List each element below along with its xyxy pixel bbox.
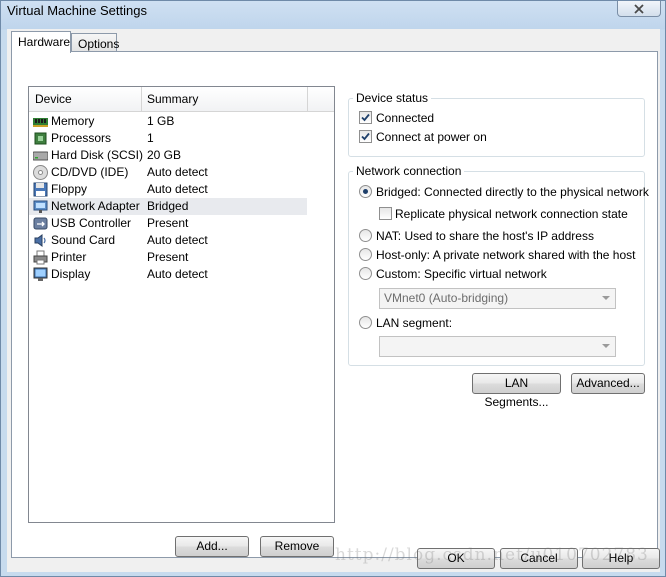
network-connection-title: Network connection <box>353 164 465 178</box>
device-status-title: Device status <box>353 91 432 105</box>
printer-icon <box>33 250 48 265</box>
replicate-state-label[interactable]: Replicate physical network connection st… <box>395 207 628 221</box>
tab-options-label: Options <box>78 37 120 51</box>
host-only-radio[interactable] <box>359 248 372 261</box>
cancel-button[interactable]: Cancel <box>500 548 578 569</box>
checkmark-icon <box>361 113 370 122</box>
tab-hardware[interactable]: Hardware <box>11 31 71 53</box>
close-icon <box>634 3 644 14</box>
sound-card-icon <box>34 234 46 247</box>
bridged-label[interactable]: Bridged: Connected directly to the physi… <box>376 185 649 199</box>
device-name: USB Controller <box>51 216 132 230</box>
device-name: Floppy <box>51 182 88 196</box>
usb-controller-icon <box>33 217 48 230</box>
custom-radio[interactable] <box>359 267 372 280</box>
device-name: Sound Card <box>51 233 116 247</box>
device-list-header: Device Summary <box>29 87 334 112</box>
device-summary: Auto detect <box>147 233 208 247</box>
device-summary: Auto detect <box>147 267 208 281</box>
hardware-tab-panel: Device Summary Memory 1 GB Processors 1 <box>11 51 658 558</box>
tab-hardware-label: Hardware <box>18 35 71 49</box>
bridged-radio[interactable] <box>359 185 372 198</box>
network-adapter-icon <box>33 200 48 213</box>
device-name: Display <box>51 267 91 281</box>
memory-icon <box>33 118 48 127</box>
dialog-client-area: Hardware Options Device Summary Memory 1… <box>7 29 660 572</box>
device-name: Printer <box>51 250 87 264</box>
device-name: Processors <box>51 131 112 145</box>
chevron-down-icon <box>602 296 610 300</box>
remove-button[interactable]: Remove <box>260 536 334 557</box>
close-button[interactable] <box>617 1 661 17</box>
device-summary: Present <box>147 216 189 230</box>
column-header-summary[interactable]: Summary <box>141 87 307 111</box>
connected-checkbox[interactable] <box>359 111 372 124</box>
custom-network-select[interactable]: VMnet0 (Auto-bridging) <box>379 288 616 309</box>
connect-at-power-on-checkbox[interactable] <box>359 130 372 143</box>
nat-label[interactable]: NAT: Used to share the host's IP address <box>376 229 594 243</box>
device-row-memory[interactable]: Memory 1 GB <box>29 113 307 130</box>
checkmark-icon <box>361 132 370 141</box>
device-summary: 1 <box>147 131 154 145</box>
add-button[interactable]: Add... <box>175 536 249 557</box>
device-row-processors[interactable]: Processors 1 <box>29 130 307 147</box>
dialog-window: Virtual Machine Settings Hardware Option… <box>0 0 666 577</box>
device-name: Hard Disk (SCSI) <box>51 148 144 162</box>
device-name: Memory <box>51 114 95 128</box>
column-separator[interactable] <box>307 87 308 111</box>
device-row-floppy[interactable]: Floppy Auto detect <box>29 181 307 198</box>
device-name: Network Adapter <box>51 199 140 213</box>
device-summary: 20 GB <box>147 148 182 162</box>
device-summary: Bridged <box>147 199 189 213</box>
device-row-usb-controller[interactable]: USB Controller Present <box>29 215 307 232</box>
device-list[interactable]: Device Summary Memory 1 GB Processors 1 <box>28 86 335 523</box>
lan-segments-button[interactable]: LAN Segments... <box>472 373 561 409</box>
device-row-printer[interactable]: Printer Present <box>29 249 307 266</box>
custom-label[interactable]: Custom: Specific virtual network <box>376 267 547 281</box>
device-row-hard-disk[interactable]: Hard Disk (SCSI) 20 GB <box>29 147 307 164</box>
device-summary: Auto detect <box>147 182 208 196</box>
lan-segment-label[interactable]: LAN segment: <box>376 316 452 330</box>
ok-button[interactable]: OK <box>417 548 495 569</box>
custom-network-value: VMnet0 (Auto-bridging) <box>384 291 509 305</box>
help-button[interactable]: Help <box>582 548 660 569</box>
device-row-sound-card[interactable]: Sound Card Auto detect <box>29 232 307 249</box>
column-header-device[interactable]: Device <box>29 87 141 111</box>
connect-at-power-on-label[interactable]: Connect at power on <box>376 130 487 144</box>
device-summary: 1 GB <box>147 114 175 128</box>
device-row-network-adapter[interactable]: Network Adapter Bridged <box>29 198 307 215</box>
hard-disk-icon <box>33 151 48 161</box>
advanced-button[interactable]: Advanced... <box>571 373 645 394</box>
host-only-label[interactable]: Host-only: A private network shared with… <box>376 248 635 262</box>
nat-radio[interactable] <box>359 229 372 242</box>
device-name: CD/DVD (IDE) <box>51 165 129 179</box>
tab-options[interactable]: Options <box>71 33 120 52</box>
processor-icon <box>34 132 47 145</box>
device-summary: Present <box>147 250 189 264</box>
replicate-state-checkbox[interactable] <box>379 207 392 220</box>
lan-segment-select[interactable] <box>379 336 616 357</box>
window-title: Virtual Machine Settings <box>7 3 147 18</box>
device-row-display[interactable]: Display Auto detect <box>29 266 307 283</box>
chevron-down-icon <box>602 344 610 348</box>
floppy-icon <box>33 182 48 197</box>
device-row-cd-dvd[interactable]: CD/DVD (IDE) Auto detect <box>29 164 307 181</box>
lan-segment-radio[interactable] <box>359 316 372 329</box>
device-status-group: Device status Connected Connect at power… <box>348 91 645 157</box>
connected-label[interactable]: Connected <box>376 111 434 125</box>
device-summary: Auto detect <box>147 165 208 179</box>
network-connection-group: Network connection Bridged: Connected di… <box>348 164 649 366</box>
cd-dvd-icon <box>33 165 48 180</box>
display-icon <box>33 267 48 281</box>
